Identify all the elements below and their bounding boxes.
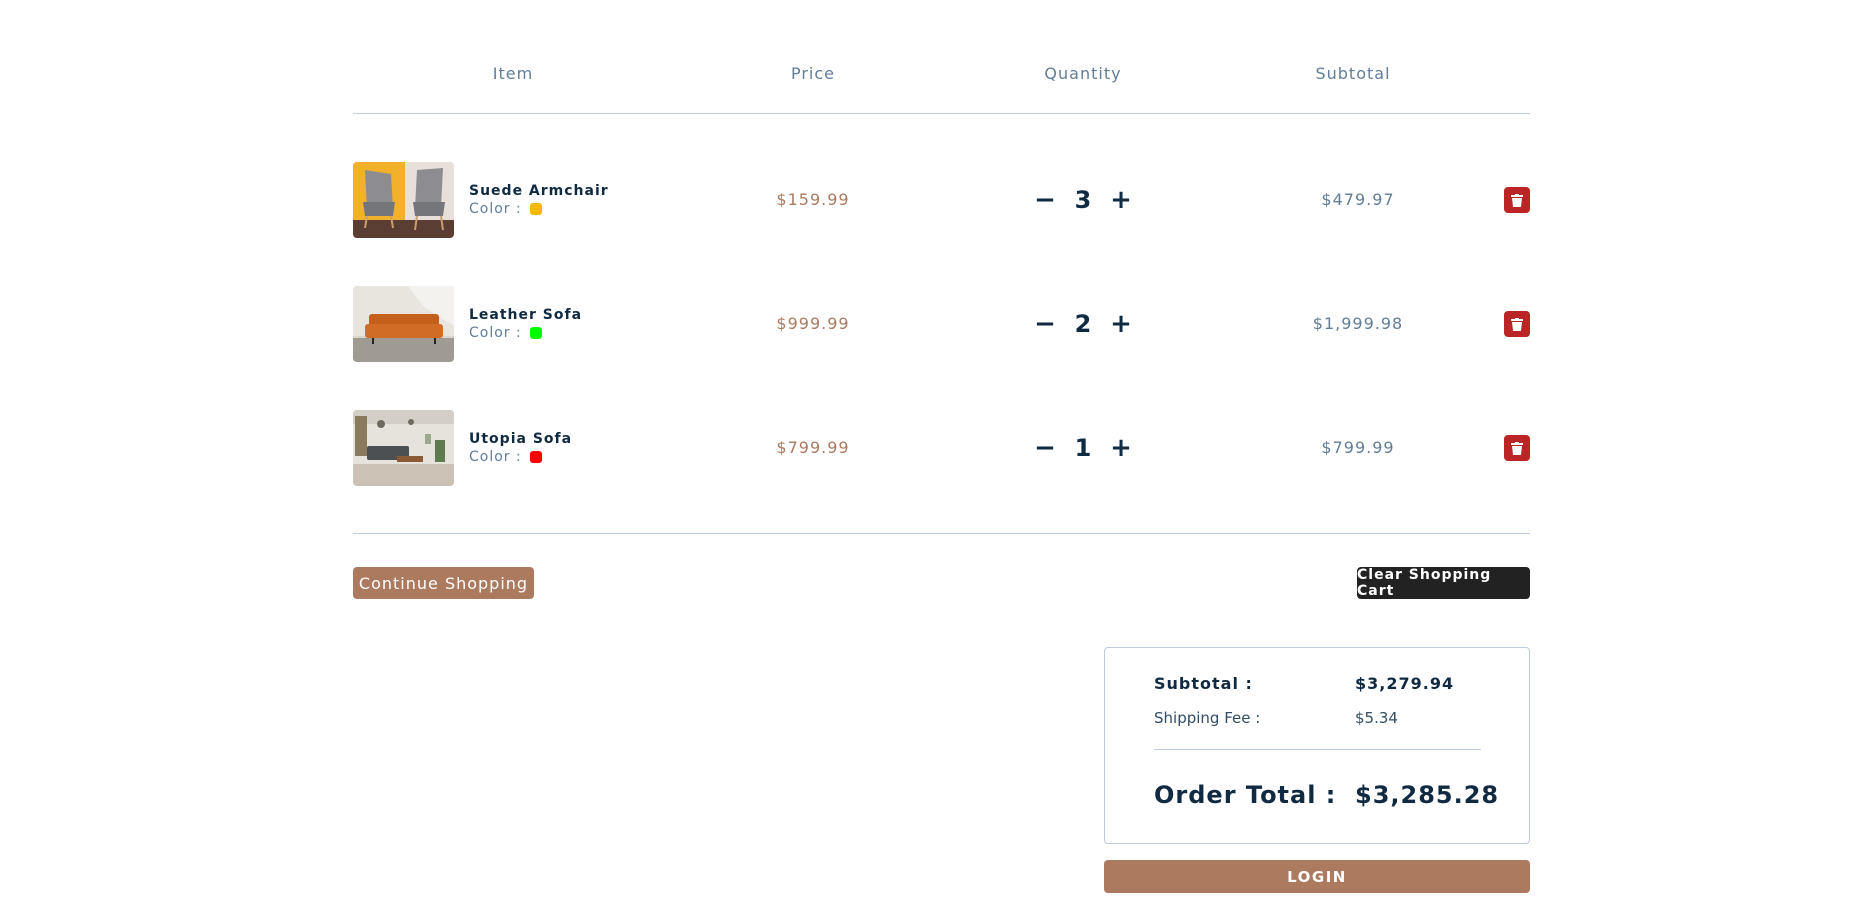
color-label: Color : (469, 325, 522, 341)
remove-item-button[interactable] (1504, 435, 1530, 461)
cart-item-row: Suede Armchair Color : $159.99 − 3 + $47… (353, 162, 1530, 238)
subtotal-value: $3,279.94 (1355, 674, 1455, 693)
cart-item-row: Utopia Sofa Color : $799.99 − 1 + $799.9… (353, 410, 1530, 486)
item-price: $159.99 (776, 190, 850, 209)
continue-shopping-button[interactable]: Continue Shopping (353, 567, 534, 599)
quantity-value: 2 (1074, 310, 1092, 338)
quantity-value: 3 (1074, 186, 1092, 214)
leather-sofa-image (353, 286, 454, 362)
quantity-stepper: − 3 + (1033, 180, 1133, 220)
item-subtotal: $1,999.98 (1312, 314, 1404, 333)
decrease-quantity-button[interactable]: − (1033, 435, 1057, 461)
remove-item-button[interactable] (1504, 187, 1530, 213)
trash-icon (1511, 193, 1523, 207)
color-swatch (529, 203, 542, 215)
item-price: $999.99 (776, 314, 850, 333)
clear-cart-button[interactable]: Clear Shopping Cart (1357, 567, 1530, 599)
column-item-header: Item (492, 64, 534, 83)
login-button[interactable]: LOGIN (1104, 860, 1530, 893)
subtotal-label: Subtotal : (1154, 674, 1253, 693)
shipping-fee-value: $5.34 (1355, 709, 1398, 727)
trash-icon (1511, 441, 1523, 455)
column-quantity-header: Quantity (1044, 64, 1122, 83)
cart-divider (353, 533, 1530, 534)
item-color: Color : (469, 325, 542, 341)
color-swatch (529, 327, 542, 339)
color-label: Color : (469, 449, 522, 465)
item-color: Color : (469, 201, 542, 217)
decrease-quantity-button[interactable]: − (1033, 311, 1057, 337)
increase-quantity-button[interactable]: + (1109, 311, 1133, 337)
increase-quantity-button[interactable]: + (1109, 187, 1133, 213)
item-color: Color : (469, 449, 542, 465)
remove-item-button[interactable] (1504, 311, 1530, 337)
cart-item-row: Leather Sofa Color : $999.99 − 2 + $1,99… (353, 286, 1530, 362)
shipping-fee-label: Shipping Fee : (1154, 709, 1261, 727)
item-subtotal: $479.97 (1321, 190, 1395, 209)
decrease-quantity-button[interactable]: − (1033, 187, 1057, 213)
order-totals-card: Subtotal : $3,279.94 Shipping Fee : $5.3… (1104, 647, 1530, 844)
item-price: $799.99 (776, 438, 850, 457)
trash-icon (1511, 317, 1523, 331)
utopia-sofa-image (353, 410, 454, 486)
quantity-stepper: − 2 + (1033, 304, 1133, 344)
column-price-header: Price (790, 64, 836, 83)
quantity-value: 1 (1074, 434, 1092, 462)
item-name: Suede Armchair (469, 183, 609, 199)
item-subtotal: $799.99 (1321, 438, 1395, 457)
order-total-label: Order Total : (1154, 781, 1337, 809)
increase-quantity-button[interactable]: + (1109, 435, 1133, 461)
quantity-stepper: − 1 + (1033, 428, 1133, 468)
color-label: Color : (469, 201, 522, 217)
item-name: Utopia Sofa (469, 431, 573, 447)
color-swatch (529, 451, 542, 463)
column-subtotal-header: Subtotal (1315, 64, 1391, 83)
order-total-value: $3,285.28 (1355, 781, 1500, 809)
cart-section: Item Price Quantity Subtotal Suede Armch… (353, 0, 1530, 911)
armchair-image (353, 162, 454, 238)
totals-divider (1154, 749, 1481, 750)
cart-columns-header: Item Price Quantity Subtotal (353, 0, 1530, 114)
item-name: Leather Sofa (469, 307, 583, 323)
